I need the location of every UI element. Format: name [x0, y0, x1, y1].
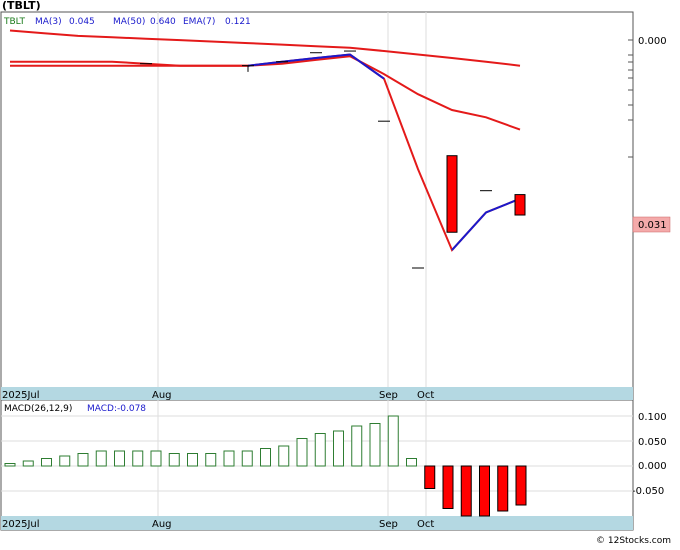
x-label-aug: Aug: [152, 390, 172, 401]
macd-bar: [424, 465, 436, 489]
legend-ma3-label: MA(3): [35, 17, 62, 27]
legend-ma3-value: 0.045: [69, 17, 95, 27]
price-x-axis-band: [1, 387, 633, 400]
last-price-tag-label: 0.031: [638, 220, 667, 231]
macd-bar: [150, 450, 162, 467]
macd-bar: [41, 458, 52, 467]
macd-bar: [351, 425, 363, 467]
macd-bar: [205, 453, 217, 467]
macd-y-axis-labels: 0.100 0.050 0.000 -0.050: [632, 412, 667, 497]
macd-bar: [187, 453, 198, 467]
macd-bar: [497, 465, 509, 512]
chart-canvas: (TBLT) TBLT MA(3) 0.045 MA(50) 0.640 EMA…: [0, 0, 671, 546]
macd-bar: [333, 430, 344, 467]
macd-y-label-neg0050: -0.050: [632, 486, 664, 497]
macd-bar: [442, 465, 454, 509]
macd-bar: [4, 463, 16, 467]
macd-bar: [406, 458, 417, 467]
macd-y-label-0000: 0.000: [638, 461, 667, 472]
legend-ema7-value: 0.121: [225, 17, 251, 27]
price-panel-frame: [0, 11, 634, 401]
macd-x-label-oct: Oct: [417, 519, 434, 530]
watermark: © 12Stocks.com: [596, 536, 671, 546]
macd-bar: [460, 465, 472, 517]
macd-bar: [296, 438, 308, 467]
macd-bar: [314, 433, 326, 467]
macd-bar: [241, 450, 253, 467]
price-legend: TBLT MA(3) 0.045 MA(50) 0.640 EMA(7) 0.1…: [3, 17, 251, 27]
x-label-oct: Oct: [417, 390, 434, 401]
x-label-sep: Sep: [379, 390, 398, 401]
macd-x-label-jul: 2025Jul: [2, 519, 40, 530]
macd-bar: [95, 450, 107, 467]
price-candle: [446, 155, 458, 233]
macd-bar: [22, 460, 34, 467]
stock-chart: (TBLT) TBLT MA(3) 0.045 MA(50) 0.640 EMA…: [0, 0, 680, 546]
macd-bar: [114, 450, 125, 467]
chart-title: (TBLT): [2, 0, 41, 12]
macd-y-label-0100: 0.100: [638, 412, 667, 423]
macd-bar: [369, 423, 381, 467]
legend-ticker: TBLT: [3, 17, 25, 27]
macd-bar: [168, 453, 180, 467]
macd-legend-label: MACD(26,12,9): [4, 404, 72, 414]
macd-y-label-0050: 0.050: [638, 437, 667, 448]
macd-bar: [260, 448, 271, 467]
macd-x-label-aug: Aug: [152, 519, 172, 530]
price-y-tick-label: 0.000: [638, 36, 667, 47]
macd-bar: [387, 415, 399, 467]
macd-x-axis-band: [1, 516, 633, 530]
legend-ma50-value: 0.640: [150, 17, 176, 27]
x-label-jul: 2025Jul: [2, 390, 40, 401]
price-candle: [514, 194, 526, 216]
macd-bar: [515, 465, 527, 506]
legend-ma50-label: MA(50): [113, 17, 145, 27]
macd-bar: [479, 465, 490, 517]
macd-x-label-sep: Sep: [379, 519, 398, 530]
macd-bar: [132, 450, 144, 467]
macd-bar: [59, 455, 71, 467]
macd-bar: [223, 450, 235, 467]
macd-legend-value: MACD:-0.078: [87, 404, 146, 414]
last-price-tag: 0.031: [632, 216, 671, 233]
macd-bar: [77, 453, 89, 467]
macd-bar: [278, 445, 290, 467]
legend-ema7-label: EMA(7): [183, 17, 215, 27]
